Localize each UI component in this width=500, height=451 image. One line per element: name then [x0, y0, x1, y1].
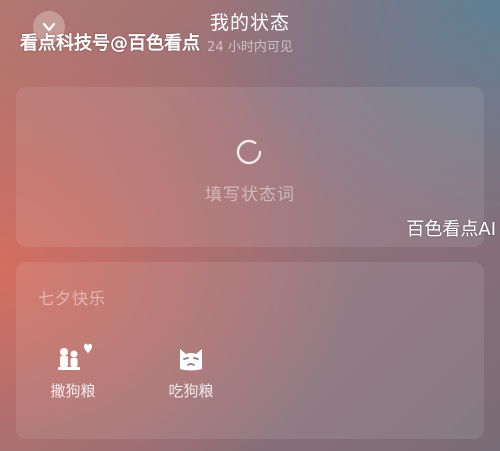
- status-option-sa-gou-liang[interactable]: 撒狗粮: [33, 340, 113, 401]
- watermark-right: 百色看点AI: [406, 219, 496, 240]
- loading-spinner-icon: [236, 139, 262, 165]
- qixi-heading: 七夕快乐: [38, 289, 107, 308]
- status-option-label: 撒狗粮: [50, 382, 96, 400]
- status-option-chi-gou-liang[interactable]: 吃狗粮: [151, 340, 231, 401]
- couple-heart-icon: [58, 343, 92, 370]
- status-option-label: 吃狗粮: [168, 382, 214, 400]
- watermark-top: 看点科技号@百色看点: [20, 33, 200, 54]
- status-input-placeholder[interactable]: 填写状态词: [0, 180, 500, 205]
- cat-face-icon: [180, 349, 202, 371]
